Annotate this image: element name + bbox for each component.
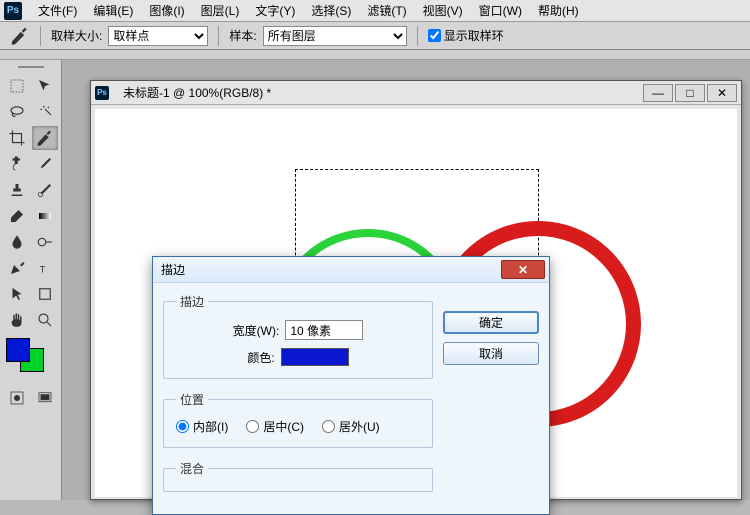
menu-view[interactable]: 视图(V) — [415, 0, 471, 21]
eyedropper-tool[interactable] — [32, 126, 58, 150]
position-group: 位置 内部(I) 居中(C) 居外(U) — [163, 391, 433, 448]
position-outside[interactable]: 居外(U) — [322, 418, 380, 435]
options-bar: 取样大小: 取样点 样本: 所有图层 显示取样环 — [0, 22, 750, 50]
menu-edit[interactable]: 编辑(E) — [85, 0, 141, 21]
history-brush-tool[interactable] — [32, 178, 58, 202]
magic-wand-tool[interactable] — [32, 100, 58, 124]
svg-text:T: T — [39, 265, 45, 275]
dialog-titlebar[interactable]: 描边 ✕ — [153, 257, 549, 283]
sample-size-select[interactable]: 取样点 — [108, 26, 208, 46]
zoom-tool[interactable] — [32, 308, 58, 332]
ps-icon: Ps — [95, 86, 109, 100]
toolbox: T — [0, 60, 62, 500]
color-label: 颜色: — [247, 349, 274, 366]
position-group-legend: 位置 — [176, 391, 208, 408]
pen-tool[interactable] — [4, 256, 30, 280]
shape-tool[interactable] — [32, 282, 58, 306]
gradient-tool[interactable] — [32, 204, 58, 228]
dialog-title: 描边 — [161, 261, 185, 278]
healing-brush-tool[interactable] — [4, 152, 30, 176]
blend-group-legend: 混合 — [176, 460, 208, 477]
color-swatch[interactable] — [6, 338, 59, 372]
toolbox-grip[interactable] — [2, 64, 59, 70]
stroke-group-legend: 描边 — [176, 293, 208, 310]
ok-button[interactable]: 确定 — [443, 311, 539, 334]
document-title: 未标题-1 @ 100%(RGB/8) * — [123, 84, 271, 101]
maximize-button[interactable]: □ — [675, 84, 705, 102]
menu-window[interactable]: 窗口(W) — [471, 0, 530, 21]
dodge-tool[interactable] — [32, 230, 58, 254]
sample-label: 样本: — [229, 27, 256, 44]
menu-select[interactable]: 选择(S) — [303, 0, 359, 21]
show-sampling-ring-label: 显示取样环 — [444, 27, 504, 44]
quick-mask-tool[interactable] — [4, 386, 30, 410]
eyedropper-tool-icon — [10, 26, 30, 46]
width-input[interactable] — [285, 320, 363, 340]
menu-filter[interactable]: 滤镜(T) — [359, 0, 414, 21]
ps-logo: Ps — [4, 2, 22, 20]
stroke-group: 描边 宽度(W): 颜色: — [163, 293, 433, 379]
hand-tool[interactable] — [4, 308, 30, 332]
stamp-tool[interactable] — [4, 178, 30, 202]
canvas-area: Ps 未标题-1 @ 100%(RGB/8) * — □ ✕ 描边 ✕ — [62, 60, 750, 500]
menu-bar: Ps 文件(F) 编辑(E) 图像(I) 图层(L) 文字(Y) 选择(S) 滤… — [0, 0, 750, 22]
color-well[interactable] — [281, 348, 349, 366]
foreground-color[interactable] — [6, 338, 30, 362]
stroke-dialog: 描边 ✕ 描边 宽度(W): 颜色: — [152, 256, 550, 515]
move-tool[interactable] — [32, 74, 58, 98]
sample-size-label: 取样大小: — [51, 27, 102, 44]
brush-tool[interactable] — [32, 152, 58, 176]
sample-select[interactable]: 所有图层 — [263, 26, 407, 46]
crop-tool[interactable] — [4, 126, 30, 150]
position-center[interactable]: 居中(C) — [246, 418, 304, 435]
menu-text[interactable]: 文字(Y) — [247, 0, 303, 21]
lasso-tool[interactable] — [4, 100, 30, 124]
menu-image[interactable]: 图像(I) — [141, 0, 192, 21]
menu-file[interactable]: 文件(F) — [30, 0, 85, 21]
screen-mode-tool[interactable] — [32, 386, 58, 410]
show-sampling-ring-checkbox[interactable] — [428, 29, 441, 42]
minimize-button[interactable]: — — [643, 84, 673, 102]
menu-help[interactable]: 帮助(H) — [530, 0, 587, 21]
document-titlebar[interactable]: Ps 未标题-1 @ 100%(RGB/8) * — □ ✕ — [91, 81, 741, 105]
blend-group: 混合 — [163, 460, 433, 492]
eraser-tool[interactable] — [4, 204, 30, 228]
cancel-button[interactable]: 取消 — [443, 342, 539, 365]
type-tool[interactable]: T — [32, 256, 58, 280]
marquee-tool[interactable] — [4, 74, 30, 98]
dialog-close-button[interactable]: ✕ — [501, 260, 545, 279]
close-button[interactable]: ✕ — [707, 84, 737, 102]
menu-layer[interactable]: 图层(L) — [193, 0, 248, 21]
width-label: 宽度(W): — [233, 322, 280, 339]
path-select-tool[interactable] — [4, 282, 30, 306]
position-inside[interactable]: 内部(I) — [176, 418, 228, 435]
blur-tool[interactable] — [4, 230, 30, 254]
panel-strip — [0, 50, 750, 60]
